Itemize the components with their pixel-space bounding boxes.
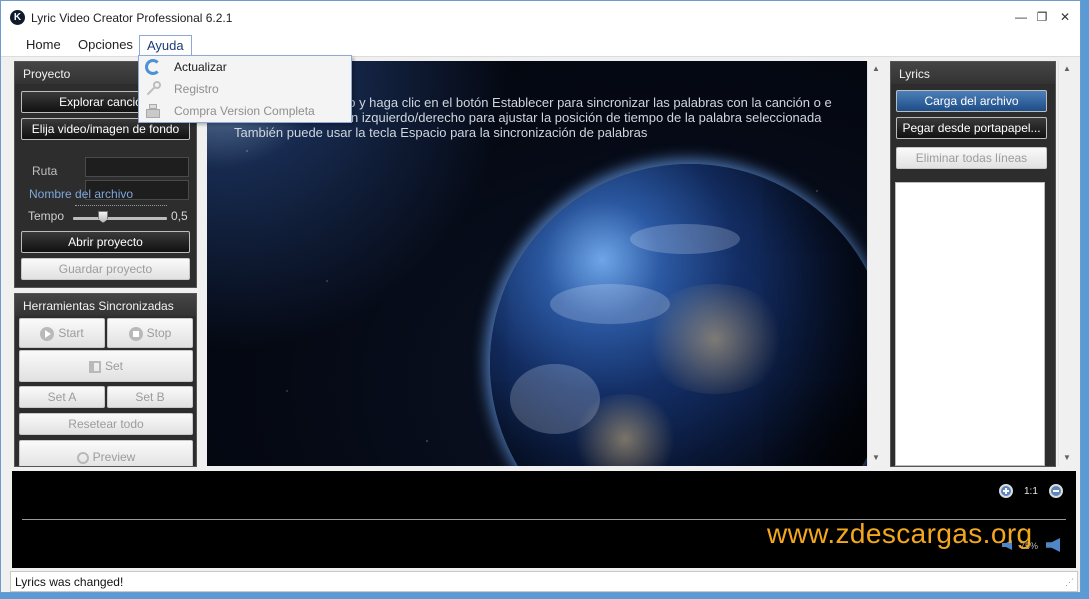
timeline-panel[interactable]: 1:1 75% www.zdescargas.org	[12, 471, 1076, 568]
zoom-in-icon[interactable]	[999, 484, 1013, 498]
play-icon	[40, 326, 55, 341]
list-icon	[88, 360, 101, 373]
dd-actualizar-label: Actualizar	[174, 60, 227, 74]
stop-button[interactable]: Stop	[107, 318, 193, 348]
tempo-value: 0,5	[171, 209, 188, 223]
refresh-icon	[145, 59, 161, 75]
instruction-line-2: n izquierdo/derecho para ajustar la posi…	[351, 110, 822, 125]
app-window: K Lyric Video Creator Professional 6.2.1…	[0, 0, 1081, 593]
ruta-field[interactable]	[85, 157, 189, 177]
video-scrollbar[interactable]: ▲ ▼	[867, 61, 883, 466]
zoom-reset-button[interactable]: 1:1	[1024, 486, 1038, 497]
volume-icon[interactable]	[1046, 538, 1060, 552]
app-logo-icon: K	[10, 10, 25, 25]
status-bar: Lyrics was changed! ⋰	[10, 571, 1078, 592]
window-title: Lyric Video Creator Professional 6.2.1	[31, 11, 233, 25]
menu-ayuda[interactable]: Ayuda	[139, 35, 192, 57]
ruta-label: Ruta	[32, 164, 58, 178]
key-icon	[145, 81, 161, 97]
resize-grip-icon[interactable]: ⋰	[1065, 577, 1074, 588]
ayuda-dropdown: Actualizar Registro Compra Version Compl…	[138, 55, 352, 123]
tempo-ticks	[75, 205, 167, 209]
lyrics-panel: Lyrics Carga del archivo Pegar desde por…	[890, 61, 1056, 467]
start-button[interactable]: Start	[19, 318, 105, 348]
magnifier-icon	[76, 451, 89, 464]
lyrics-textarea[interactable]	[895, 182, 1045, 466]
herramientas-header: Herramientas Sincronizadas	[15, 294, 196, 316]
title-bar: K Lyric Video Creator Professional 6.2.1…	[1, 1, 1080, 33]
dd-compra[interactable]: Compra Version Completa	[139, 100, 351, 122]
nombre-archivo-label: Nombre del archivo	[29, 187, 134, 201]
scroll-up-icon[interactable]: ▲	[868, 61, 884, 77]
preview-label: Preview	[92, 450, 136, 464]
pegar-portapapel-button[interactable]: Pegar desde portapapel...	[896, 117, 1047, 139]
dd-registro[interactable]: Registro	[139, 78, 351, 100]
status-text: Lyrics was changed!	[15, 575, 124, 589]
tempo-slider-thumb[interactable]	[98, 211, 109, 223]
set-label: Set	[104, 359, 123, 373]
scroll-down-icon[interactable]: ▼	[868, 450, 884, 466]
close-button[interactable]: ✕	[1057, 9, 1073, 25]
dd-actualizar[interactable]: Actualizar	[139, 56, 351, 78]
set-button[interactable]: Set	[19, 350, 193, 382]
zoom-out-icon[interactable]	[1049, 484, 1063, 498]
start-label: Start	[58, 326, 84, 340]
preview-button[interactable]: Preview	[19, 440, 193, 466]
instruction-line-3: También puede usar la tecla Espacio para…	[234, 125, 648, 140]
resetear-todo-button[interactable]: Resetear todo	[19, 413, 193, 435]
lyrics-scroll-up-icon[interactable]: ▲	[1059, 61, 1075, 77]
tempo-label: Tempo	[28, 209, 65, 223]
menu-bar: Home Opciones Ayuda	[1, 33, 1080, 57]
abrir-proyecto-button[interactable]: Abrir proyecto	[21, 231, 190, 253]
dd-registro-label: Registro	[174, 82, 219, 96]
stop-icon	[128, 326, 143, 341]
stop-label: Stop	[146, 326, 172, 340]
menu-opciones[interactable]: Opciones	[74, 37, 137, 52]
set-b-button[interactable]: Set B	[107, 386, 193, 408]
dd-compra-label: Compra Version Completa	[174, 104, 315, 118]
minimize-button[interactable]: —	[1013, 9, 1029, 25]
menu-home[interactable]: Home	[22, 37, 65, 52]
lyrics-header: Lyrics	[891, 62, 1055, 84]
tempo-slider-track[interactable]	[73, 217, 167, 220]
instruction-line-1: eo y haga clic en el botón Establecer pa…	[341, 95, 832, 110]
eliminar-lineas-button[interactable]: Eliminar todas líneas	[896, 147, 1047, 169]
watermark-text: www.zdescargas.org	[767, 518, 1033, 549]
lyrics-scroll-down-icon[interactable]: ▼	[1059, 450, 1075, 466]
maximize-button[interactable]: ❐	[1034, 9, 1050, 25]
cash-register-icon	[145, 103, 161, 119]
carga-archivo-button[interactable]: Carga del archivo	[896, 90, 1047, 112]
herramientas-panel: Herramientas Sincronizadas Start Stop Se…	[14, 293, 197, 467]
guardar-proyecto-button[interactable]: Guardar proyecto	[21, 258, 190, 280]
set-a-button[interactable]: Set A	[19, 386, 105, 408]
lyrics-scrollbar[interactable]: ▲ ▼	[1058, 61, 1074, 466]
